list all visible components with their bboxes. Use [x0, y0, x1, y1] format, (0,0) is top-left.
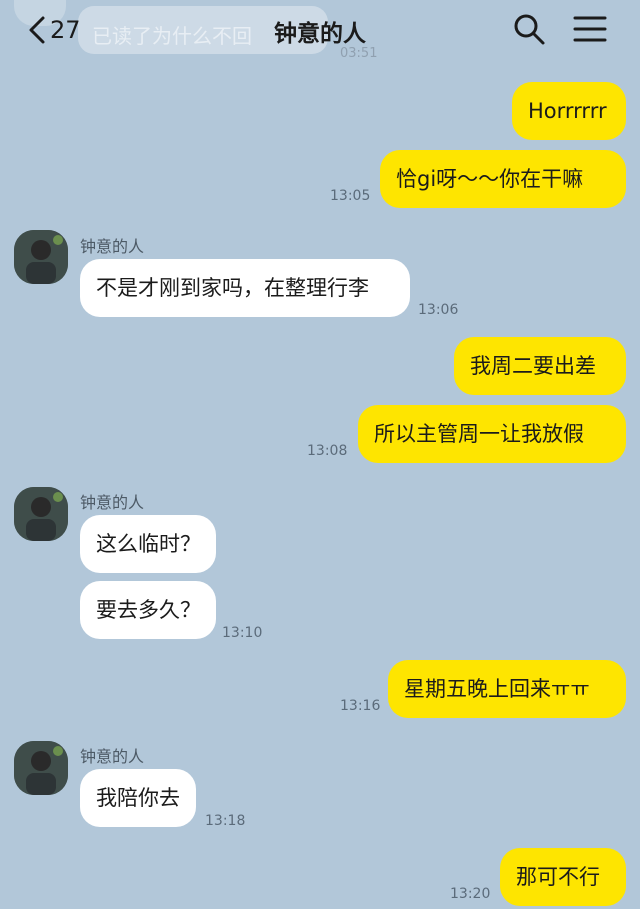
avatar-photo: [14, 741, 68, 795]
message-bubble-received[interactable]: 我陪你去: [80, 769, 196, 827]
message-bubble-sent[interactable]: 星期五晚上回来ㅠㅠ: [388, 660, 626, 718]
message-time: 13:16: [340, 698, 381, 714]
message-time: 13:10: [222, 625, 263, 641]
message-time: 13:08: [307, 443, 348, 459]
message-time: 13:20: [450, 886, 491, 902]
contact-avatar[interactable]: [14, 741, 68, 795]
contact-avatar[interactable]: [14, 487, 68, 541]
message-bubble-sent[interactable]: 我周二要出差: [454, 337, 626, 395]
contact-avatar[interactable]: [14, 230, 68, 284]
sender-name: 钟意的人: [80, 747, 145, 766]
message-bubble-received[interactable]: 要去多久？: [80, 581, 216, 639]
message-bubble-received[interactable]: 这么临时？: [80, 515, 216, 573]
message-bubble-sent[interactable]: 那可不行: [500, 848, 626, 906]
message-bubble-received[interactable]: 不是才刚到家吗，在整理行李: [80, 259, 410, 317]
search-icon[interactable]: [512, 12, 546, 46]
message-bubble-sent[interactable]: 恰gi呀～～你在干嘛: [380, 150, 626, 208]
message-bubble-sent[interactable]: 所以主管周一让我放假: [358, 405, 626, 463]
avatar-photo: [14, 487, 68, 541]
sender-name: 钟意的人: [80, 493, 145, 512]
menu-icon[interactable]: [572, 12, 608, 46]
message-time: 13:18: [205, 813, 246, 829]
avatar-photo: [14, 230, 68, 284]
message-time: 13:05: [330, 188, 371, 204]
message-bubble-sent[interactable]: Horrrrrr: [512, 82, 626, 140]
chat-header: 已读了为什么不回 03:51 27 钟意的人: [0, 0, 640, 62]
sender-name: 钟意的人: [80, 237, 145, 256]
faded-message-time: 03:51: [340, 46, 378, 61]
message-time: 13:06: [418, 302, 459, 318]
